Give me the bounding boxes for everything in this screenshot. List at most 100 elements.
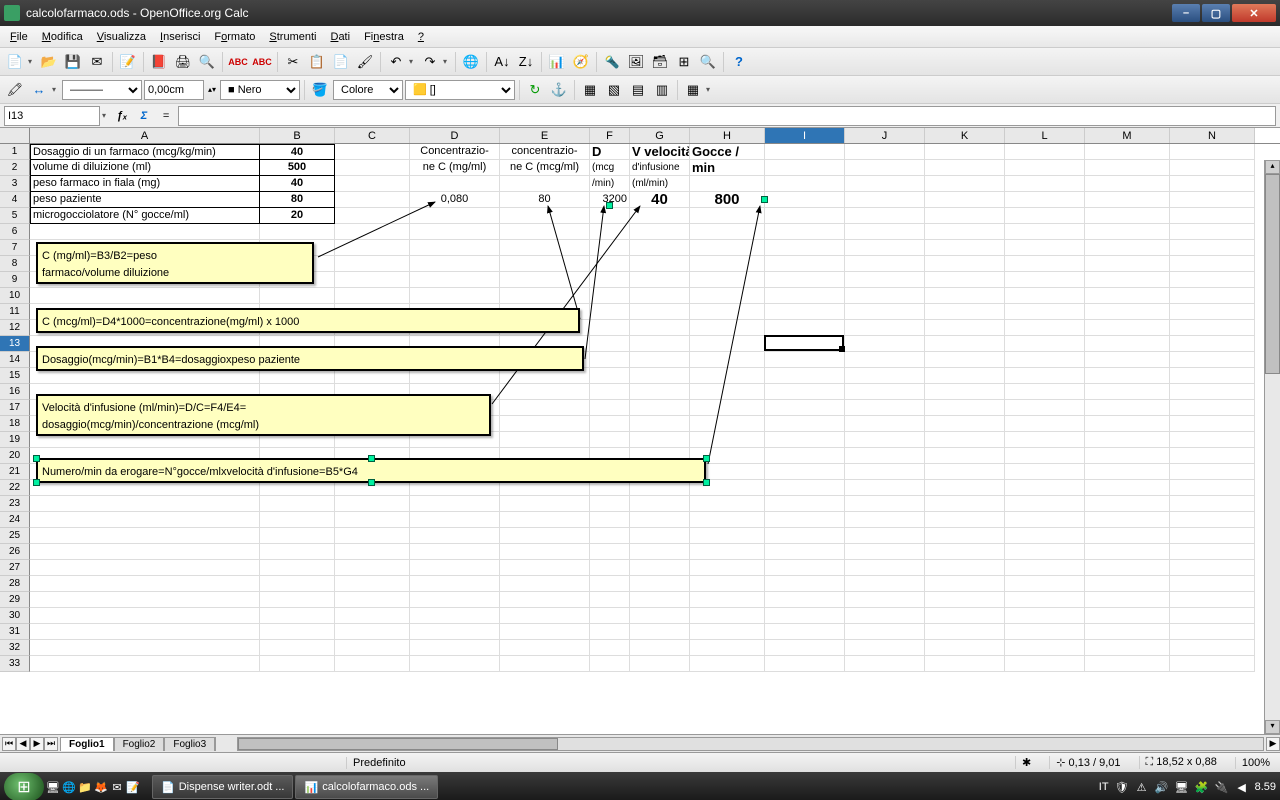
object-handle-2[interactable] xyxy=(606,202,613,209)
row-header-6[interactable]: 6 xyxy=(0,224,30,240)
undo-dropdown[interactable]: ▾ xyxy=(409,57,417,66)
align-icon[interactable]: ▦ xyxy=(682,79,704,101)
paste-icon[interactable]: 📄 xyxy=(330,51,352,73)
datasource-icon[interactable]: 🗃 xyxy=(649,51,671,73)
fill-tool-icon[interactable]: 🪣 xyxy=(309,79,331,101)
row-header-27[interactable]: 27 xyxy=(0,560,30,576)
menu-data[interactable]: Dati xyxy=(324,29,356,45)
resize-handle-s[interactable] xyxy=(368,479,375,486)
start-button[interactable]: ⊞ xyxy=(4,773,44,800)
tray-lang[interactable]: IT xyxy=(1099,781,1109,793)
row-header-21[interactable]: 21 xyxy=(0,464,30,480)
gallery-icon[interactable]: 🖼 xyxy=(625,51,647,73)
row-header-15[interactable]: 15 xyxy=(0,368,30,384)
note-2[interactable]: C (mcg/ml)=D4*1000=concentrazione(mg/ml)… xyxy=(36,308,580,333)
resize-handle-se[interactable] xyxy=(703,479,710,486)
row-header-12[interactable]: 12 xyxy=(0,320,30,336)
foreground-icon[interactable]: ▤ xyxy=(627,79,649,101)
scroll-right-button[interactable]: ▶ xyxy=(1266,737,1280,751)
sheet-tab-0[interactable]: Foglio1 xyxy=(60,737,114,751)
edit-icon[interactable]: 📝 xyxy=(117,51,139,73)
find-icon[interactable]: 🔦 xyxy=(601,51,623,73)
taskbar-item-writer[interactable]: 📄 Dispense writer.odt ... xyxy=(152,775,293,799)
col-header-N[interactable]: N xyxy=(1170,128,1255,143)
align-dropdown[interactable]: ▾ xyxy=(706,85,714,94)
status-zoom[interactable]: 100% xyxy=(1235,757,1276,769)
cell-area[interactable]: Dosaggio di un farmaco (mcg/kg/min)40Con… xyxy=(30,144,1280,734)
row-header-29[interactable]: 29 xyxy=(0,592,30,608)
col-header-H[interactable]: H xyxy=(690,128,765,143)
row-header-13[interactable]: 13 xyxy=(0,336,30,352)
taskbar-item-calc[interactable]: 📊 calcolofarmaco.ods ... xyxy=(295,775,438,799)
bring-front-icon[interactable]: ▦ xyxy=(579,79,601,101)
col-header-E[interactable]: E xyxy=(500,128,590,143)
hyperlink-icon[interactable]: 🌐 xyxy=(460,51,482,73)
cell-ref-dropdown[interactable]: ▾ xyxy=(102,111,110,120)
horizontal-scroll-thumb[interactable] xyxy=(238,738,558,750)
row-header-18[interactable]: 18 xyxy=(0,416,30,432)
tab-nav-next[interactable]: ▶ xyxy=(30,737,44,751)
quick-launch-6[interactable]: 📝 xyxy=(126,780,140,794)
tray-icon-4[interactable]: 🖥 xyxy=(1175,780,1189,794)
cell-reference-input[interactable] xyxy=(4,106,100,126)
col-header-C[interactable]: C xyxy=(335,128,410,143)
tray-expand-icon[interactable]: ◀ xyxy=(1235,780,1249,794)
line-color-select[interactable]: ■ Nero xyxy=(220,80,300,100)
row-header-30[interactable]: 30 xyxy=(0,608,30,624)
copy-icon[interactable]: 📋 xyxy=(306,51,328,73)
row-header-8[interactable]: 8 xyxy=(0,256,30,272)
pdf-export-icon[interactable]: 📕 xyxy=(148,51,170,73)
object-handle-1[interactable] xyxy=(761,196,768,203)
horizontal-scrollbar[interactable] xyxy=(237,737,1264,751)
arrow-dropdown[interactable]: ▾ xyxy=(52,85,60,94)
row-header-33[interactable]: 33 xyxy=(0,656,30,672)
row-header-3[interactable]: 3 xyxy=(0,176,30,192)
col-header-I[interactable]: I xyxy=(765,128,845,143)
anchor-icon[interactable]: ⚓ xyxy=(548,79,570,101)
menu-tools[interactable]: Strumenti xyxy=(263,29,322,45)
sheet-tab-1[interactable]: Foglio2 xyxy=(114,737,165,751)
resize-handle-sw[interactable] xyxy=(33,479,40,486)
row-header-11[interactable]: 11 xyxy=(0,304,30,320)
vertical-scrollbar[interactable]: ▴ ▾ xyxy=(1264,160,1280,734)
row-header-26[interactable]: 26 xyxy=(0,544,30,560)
quick-launch-2[interactable]: 🌐 xyxy=(62,780,76,794)
tray-icon-2[interactable]: ⚠ xyxy=(1135,780,1149,794)
sum-icon[interactable]: Σ xyxy=(134,106,154,126)
quick-launch-5[interactable]: ✉ xyxy=(110,780,124,794)
resize-handle-ne[interactable] xyxy=(703,455,710,462)
quick-launch-3[interactable]: 📁 xyxy=(78,780,92,794)
row-header-1[interactable]: 1 xyxy=(0,144,30,160)
resize-handle-n[interactable] xyxy=(368,455,375,462)
quick-launch-4[interactable]: 🦊 xyxy=(94,780,108,794)
undo-icon[interactable]: ↶ xyxy=(385,51,407,73)
col-header-L[interactable]: L xyxy=(1005,128,1085,143)
select-all-corner[interactable] xyxy=(0,128,30,143)
sort-asc-icon[interactable]: A↓ xyxy=(491,51,513,73)
menu-insert[interactable]: Inserisci xyxy=(154,29,206,45)
line-width-spinner[interactable]: ▴▾ xyxy=(206,79,218,101)
sort-desc-icon[interactable]: Z↓ xyxy=(515,51,537,73)
chart-icon[interactable]: 📊 xyxy=(546,51,568,73)
row-header-25[interactable]: 25 xyxy=(0,528,30,544)
row-header-7[interactable]: 7 xyxy=(0,240,30,256)
email-icon[interactable]: ✉ xyxy=(86,51,108,73)
col-header-A[interactable]: A xyxy=(30,128,260,143)
resize-handle-nw[interactable] xyxy=(33,455,40,462)
menu-view[interactable]: Visualizza xyxy=(91,29,152,45)
menu-help[interactable]: ? xyxy=(412,29,430,45)
scroll-up-button[interactable]: ▴ xyxy=(1265,160,1280,174)
row-header-10[interactable]: 10 xyxy=(0,288,30,304)
col-header-G[interactable]: G xyxy=(630,128,690,143)
col-header-K[interactable]: K xyxy=(925,128,1005,143)
scroll-down-button[interactable]: ▾ xyxy=(1265,720,1280,734)
equals-icon[interactable]: = xyxy=(156,106,176,126)
formula-input[interactable] xyxy=(178,106,1276,126)
close-button[interactable]: ✕ xyxy=(1232,4,1276,22)
row-header-31[interactable]: 31 xyxy=(0,624,30,640)
open-icon[interactable]: 📂 xyxy=(38,51,60,73)
spellcheck-icon[interactable]: ABC xyxy=(227,51,249,73)
row-header-20[interactable]: 20 xyxy=(0,448,30,464)
print-icon[interactable]: 🖨 xyxy=(172,51,194,73)
tray-icon-6[interactable]: 🔌 xyxy=(1215,780,1229,794)
